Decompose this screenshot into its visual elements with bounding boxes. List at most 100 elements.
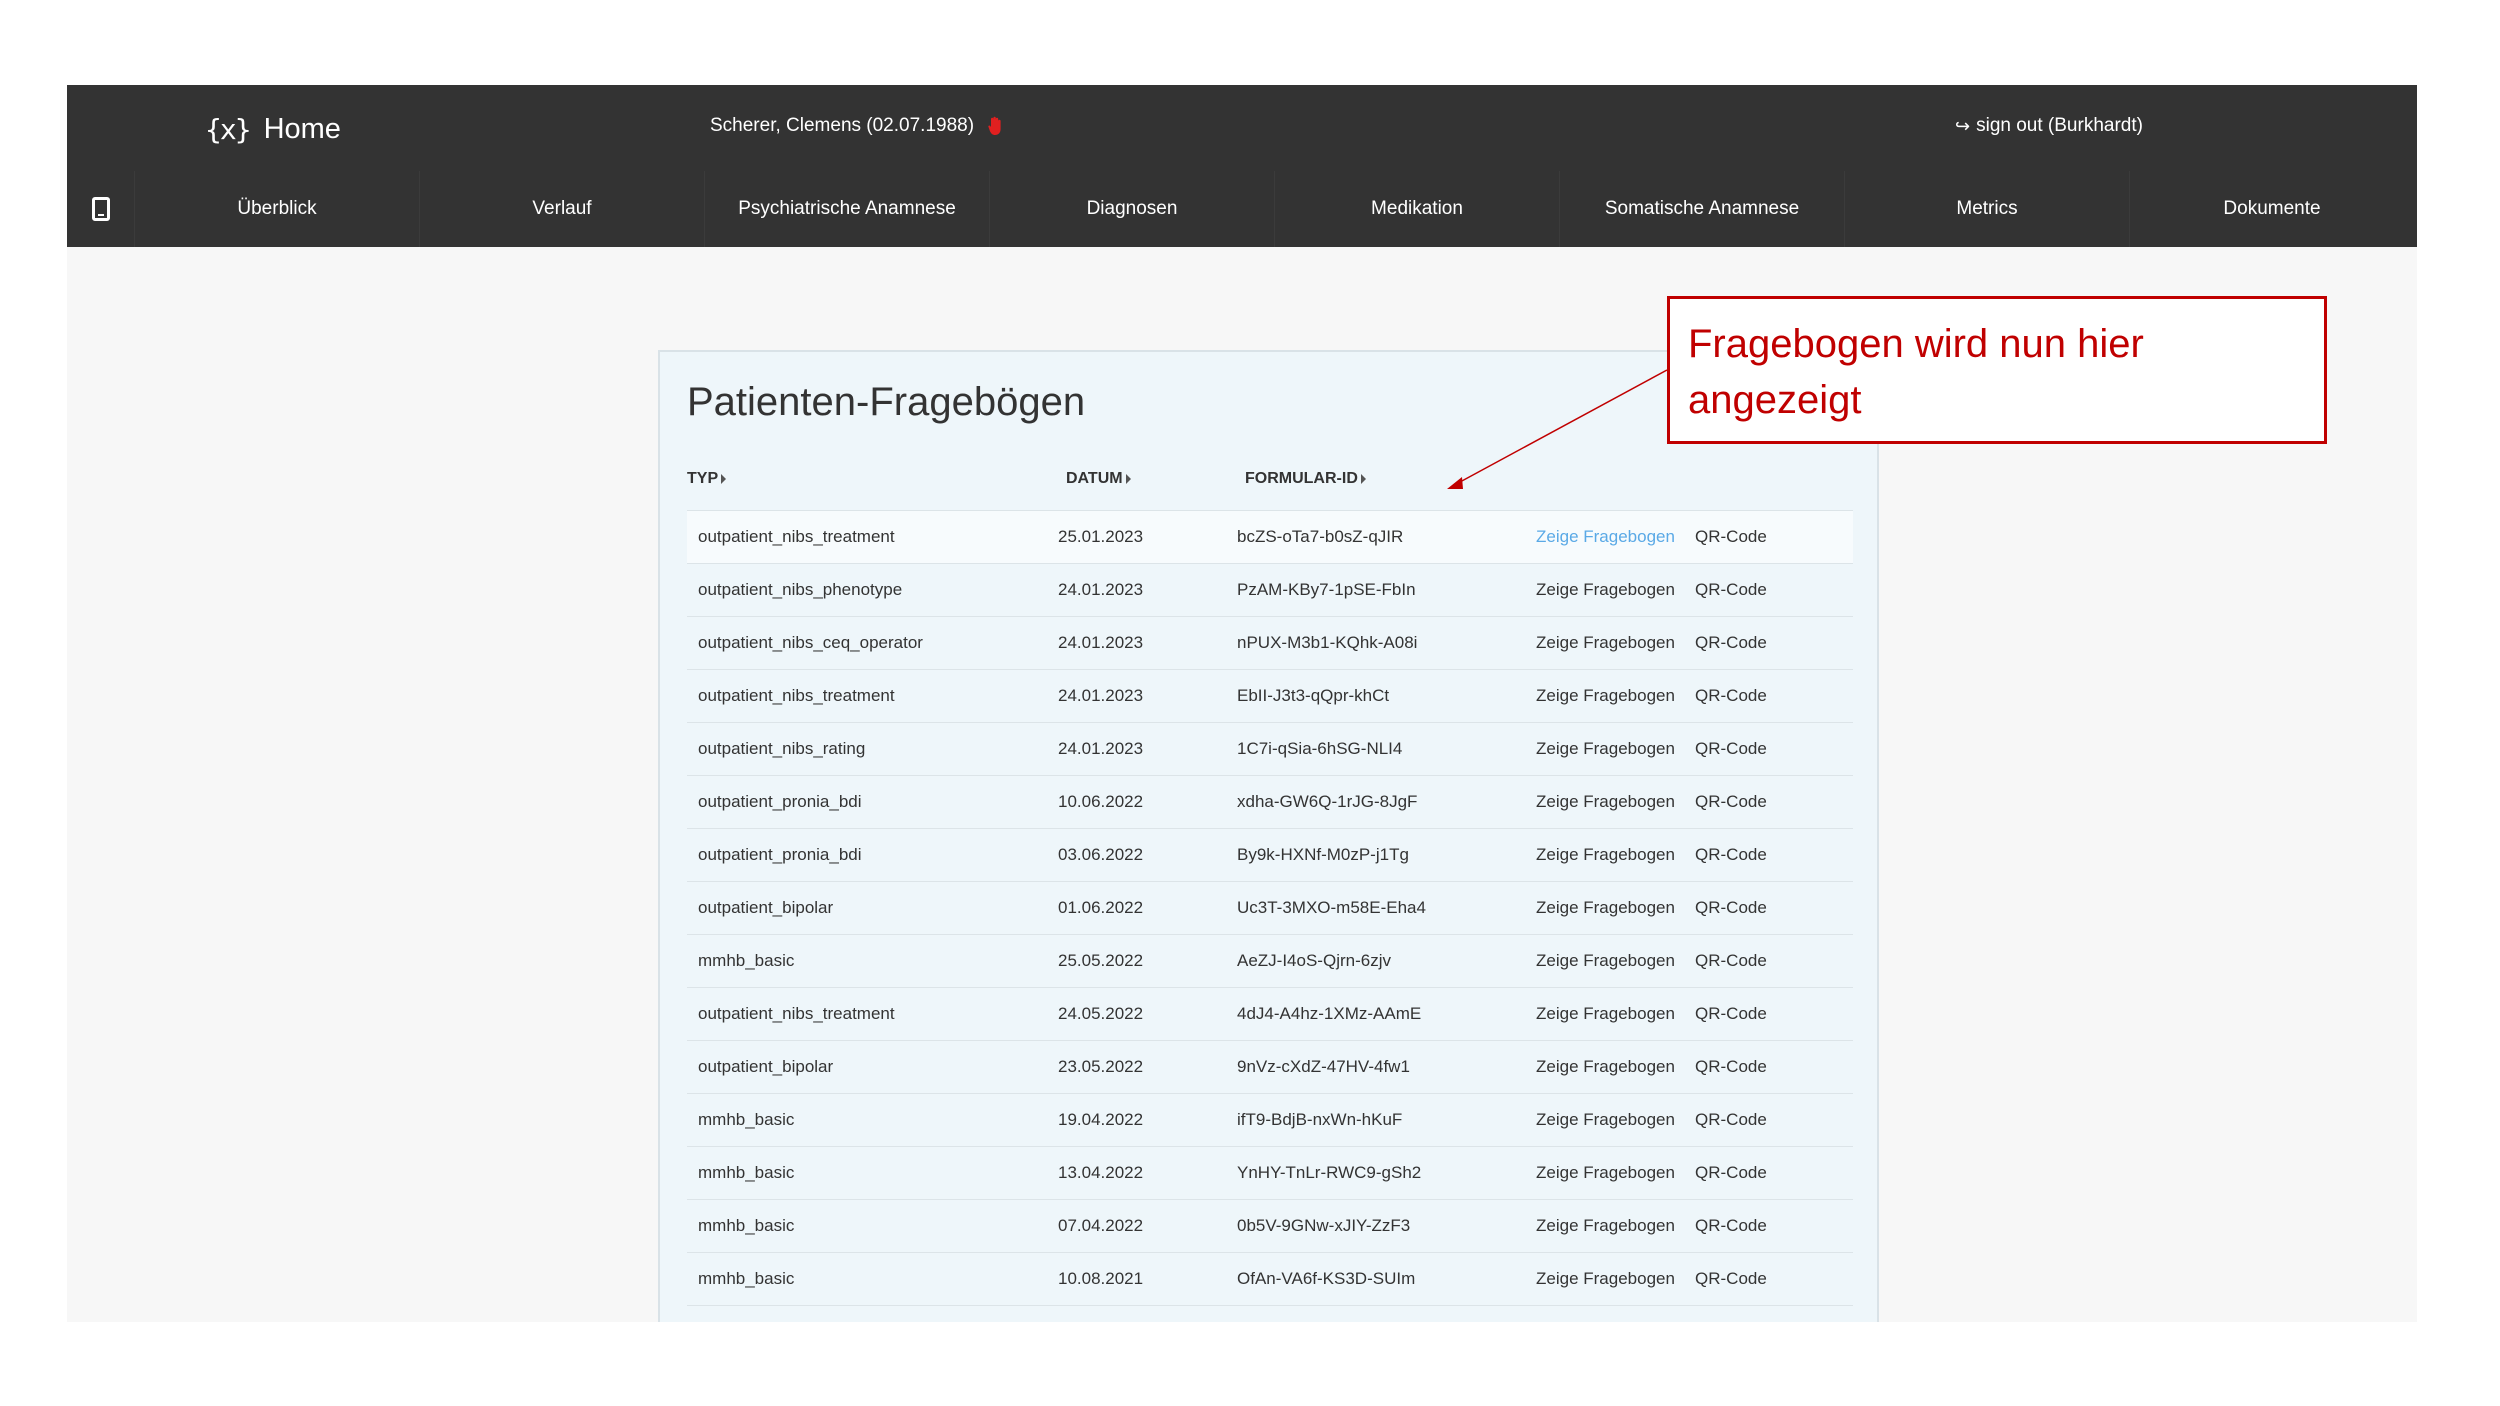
cell-formular-id: OfAn-VA6f-KS3D-SUIm [1237, 1269, 1416, 1288]
cell-datum: 12.07.2021 [1058, 1306, 1143, 1322]
cell-datum: 13.04.2022 [1058, 1163, 1144, 1182]
show-questionnaire-link[interactable]: Zeige Fragebogen [1536, 511, 1675, 563]
nav-tab-ueberblick[interactable]: Überblick [134, 171, 419, 247]
cell-formular-id: 1C7i-qSia-6hSG-NLI4 [1237, 739, 1403, 758]
qr-code-link[interactable]: QR-Code [1695, 617, 1767, 669]
qr-code-link[interactable]: QR-Code [1695, 1041, 1767, 1093]
cell-typ: outpatient_nibs_treatment [698, 686, 895, 705]
qr-code-link[interactable]: QR-Code [1695, 1306, 1767, 1322]
table-row: outpatient_nibs_treatment 24.01.2023 EbII-… [687, 669, 1853, 722]
cell-formular-id: ifT9-BdjB-nxWn-hKuF [1237, 1110, 1403, 1129]
cell-formular-id: Uc3T-3MXO-m58E-Eha4 [1237, 898, 1426, 917]
qr-code-link[interactable]: QR-Code [1695, 1253, 1767, 1305]
qr-code-link[interactable]: QR-Code [1695, 882, 1767, 934]
sort-caret-icon [1360, 473, 1366, 484]
cell-datum: 25.01.2023 [1058, 527, 1144, 546]
show-questionnaire-link[interactable]: Zeige Fragebogen [1536, 617, 1675, 669]
cell-typ: outpatient_nibs_treatment [698, 527, 895, 546]
nav-tab-metrics[interactable]: Metrics [1844, 171, 2129, 247]
show-questionnaire-link[interactable]: Zeige Fragebogen [1536, 564, 1675, 616]
qr-code-link[interactable]: QR-Code [1695, 511, 1767, 563]
cell-datum: 24.05.2022 [1058, 1004, 1144, 1023]
questionnaire-panel: Patienten-Fragebögen TYP DATUM FORMULAR-… [658, 350, 1879, 1322]
qr-code-link[interactable]: QR-Code [1695, 670, 1767, 722]
show-questionnaire-link[interactable]: Zeige Fragebogen [1536, 1147, 1675, 1199]
qr-code-link[interactable]: QR-Code [1695, 776, 1767, 828]
table-row: outpatient_nibs_ceq_operator 24.01.2023 nP… [687, 616, 1853, 669]
qr-code-link[interactable]: QR-Code [1695, 1200, 1767, 1252]
table-row: outpatient_nibs_phenotype 24.01.2023 PzAM-… [687, 563, 1853, 616]
table-row: mmhb_basic 19.04.2022 ifT9-BdjB-nxWn-hKuF Z… [687, 1093, 1853, 1146]
show-questionnaire-link[interactable]: Zeige Fragebogen [1536, 829, 1675, 881]
cell-formular-id: YnHY-TnLr-RWC9-gSh2 [1237, 1163, 1422, 1182]
tablet-view-toggle[interactable] [67, 171, 134, 247]
sort-caret-icon [721, 473, 727, 484]
nav-tab-medikation[interactable]: Medikation [1274, 171, 1559, 247]
qr-code-link[interactable]: QR-Code [1695, 564, 1767, 616]
cell-typ: mmhb_basic [698, 1269, 795, 1288]
top-bar: {x} Home Scherer, Clemens (02.07.1988) ↪… [67, 85, 2417, 247]
show-questionnaire-link[interactable]: Zeige Fragebogen [1536, 776, 1675, 828]
tablet-icon [91, 197, 110, 221]
show-questionnaire-link[interactable]: Zeige Fragebogen [1536, 1094, 1675, 1146]
table-row: outpatient_bipolar 23.05.2022 9nVz-cXdZ-47… [687, 1040, 1853, 1093]
cell-typ: mmhb_basic [698, 1110, 795, 1129]
show-questionnaire-link[interactable]: Zeige Fragebogen [1536, 1253, 1675, 1305]
show-questionnaire-link[interactable]: Zeige Fragebogen [1536, 1306, 1675, 1322]
cell-datum: 07.04.2022 [1058, 1216, 1144, 1235]
signout-label: sign out (Burkhardt) [1976, 115, 2143, 136]
sort-caret-icon [1125, 473, 1131, 484]
show-questionnaire-link[interactable]: Zeige Fragebogen [1536, 723, 1675, 775]
show-questionnaire-link[interactable]: Zeige Fragebogen [1536, 988, 1675, 1040]
app-window: {x} Home Scherer, Clemens (02.07.1988) ↪… [67, 85, 2417, 1322]
patient-info: Scherer, Clemens (02.07.1988) [710, 115, 1002, 137]
annotation-line-2: angezeigt [1688, 378, 1862, 422]
show-questionnaire-link[interactable]: Zeige Fragebogen [1536, 882, 1675, 934]
column-header-datum-label: DATUM [1066, 470, 1123, 487]
nav-tab-diagnosen[interactable]: Diagnosen [989, 171, 1274, 247]
table-row: outpatient_nibs_treatment 24.05.2022 4dJ4-… [687, 987, 1853, 1040]
qr-code-link[interactable]: QR-Code [1695, 988, 1767, 1040]
logo-icon: {x} [205, 112, 252, 146]
show-questionnaire-link[interactable]: Zeige Fragebogen [1536, 935, 1675, 987]
nav-tab-somatische-anamnese[interactable]: Somatische Anamnese [1559, 171, 1844, 247]
nav-tab-verlauf[interactable]: Verlauf [419, 171, 704, 247]
signout-link[interactable]: ↪ sign out (Burkhardt) [1955, 115, 2143, 137]
table-row: mmhb_basic 13.04.2022 YnHY-TnLr-RWC9-gSh2 Z… [687, 1146, 1853, 1199]
table-row: mmhb_basic 07.04.2022 0b5V-9GNw-xJIY-ZzF3 Z… [687, 1199, 1853, 1252]
cell-formular-id: 9nVz-cXdZ-47HV-4fw1 [1237, 1057, 1410, 1076]
table-row: outpatient_bipolar 01.06.2022 Uc3T-3MXO-m5… [687, 881, 1853, 934]
brand-title: Home [263, 112, 341, 145]
nav-tab-psychiatrische-anamnese[interactable]: Psychiatrische Anamnese [704, 171, 989, 247]
brand-home-link[interactable]: {x} Home [205, 107, 341, 151]
nav-tab-dokumente[interactable]: Dokumente [2129, 171, 2414, 247]
table-row: outpatient_nibs_treatment 25.01.2023 bcZS-… [687, 510, 1853, 563]
cell-datum: 25.05.2022 [1058, 951, 1144, 970]
show-questionnaire-link[interactable]: Zeige Fragebogen [1536, 1200, 1675, 1252]
column-header-typ-label: TYP [687, 470, 719, 487]
qr-code-link[interactable]: QR-Code [1695, 935, 1767, 987]
qr-code-link[interactable]: QR-Code [1695, 1094, 1767, 1146]
cell-formular-id: bcZS-oTa7-b0sZ-qJIR [1237, 527, 1404, 546]
table-row: mmhb_basic 10.08.2021 OfAn-VA6f-KS3D-SUIm Z… [687, 1252, 1853, 1305]
qr-code-link[interactable]: QR-Code [1695, 829, 1767, 881]
column-header-typ[interactable]: TYP [687, 470, 727, 488]
table-row: mmhb_basic 12.07.2021 2TPL-CiBQ-HSJe-qu8H Z… [687, 1305, 1853, 1322]
qr-code-link[interactable]: QR-Code [1695, 1147, 1767, 1199]
cell-typ: outpatient_bipolar [698, 898, 834, 917]
cell-formular-id: 2TPL-CiBQ-HSJe-qu8H [1237, 1306, 1417, 1322]
annotation-line-1: Fragebogen wird nun hier [1688, 322, 2144, 366]
cell-datum: 01.06.2022 [1058, 898, 1144, 917]
qr-code-link[interactable]: QR-Code [1695, 723, 1767, 775]
show-questionnaire-link[interactable]: Zeige Fragebogen [1536, 670, 1675, 722]
signout-icon: ↪ [1955, 115, 1971, 136]
questionnaire-table: outpatient_nibs_treatment 25.01.2023 bcZS-… [687, 510, 1853, 1322]
cell-formular-id: 0b5V-9GNw-xJIY-ZzF3 [1237, 1216, 1411, 1235]
column-header-formular-id[interactable]: FORMULAR-ID [1245, 470, 1366, 488]
show-questionnaire-link[interactable]: Zeige Fragebogen [1536, 1041, 1675, 1093]
cell-formular-id: EbII-J3t3-qQpr-khCt [1237, 686, 1390, 705]
patient-name: Scherer, Clemens (02.07.1988) [710, 115, 975, 136]
cell-typ: outpatient_pronia_bdi [698, 792, 862, 811]
column-header-datum[interactable]: DATUM [1066, 470, 1131, 488]
cell-datum: 24.01.2023 [1058, 580, 1144, 599]
